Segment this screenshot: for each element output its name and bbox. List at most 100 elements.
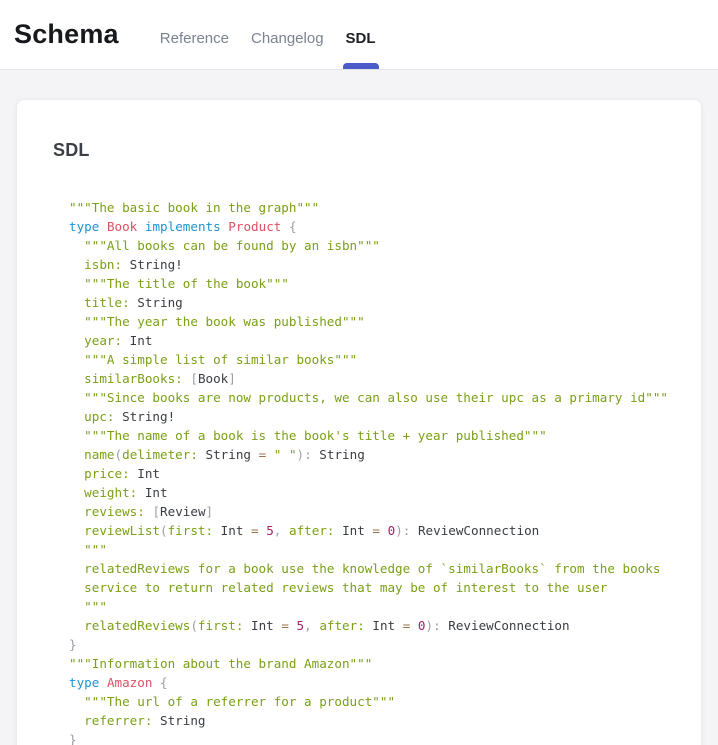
tab-changelog[interactable]: Changelog	[240, 0, 335, 69]
card-heading: SDL	[53, 140, 665, 161]
code-token-plain: Int	[365, 618, 403, 633]
code-token-plain	[410, 618, 418, 633]
code-line: """The name of a book is the book's titl…	[69, 426, 665, 445]
code-token-plain	[99, 675, 107, 690]
code-token-str: """The name of a book is the book's titl…	[84, 428, 547, 443]
code-token-attr: upc:	[84, 409, 114, 424]
code-token-cls: Amazon	[107, 675, 153, 690]
code-token-plain: String	[130, 295, 183, 310]
code-token-plain	[69, 542, 84, 557]
code-token-plain	[69, 523, 84, 538]
code-token-kw: implements	[145, 219, 221, 234]
code-token-plain: Int	[122, 333, 152, 348]
code-line: price: Int	[69, 464, 665, 483]
code-token-plain	[69, 599, 84, 614]
code-token-plain: Book	[198, 371, 228, 386]
code-token-plain	[152, 675, 160, 690]
code-line: """Since books are now products, we can …	[69, 388, 665, 407]
code-token-punct: (	[115, 447, 123, 462]
code-token-punct: (	[160, 523, 168, 538]
code-token-punct: ):	[297, 447, 312, 462]
page-header: Schema Reference Changelog SDL	[0, 0, 718, 70]
code-token-plain: Int	[213, 523, 251, 538]
code-line: """The url of a referrer for a product""…	[69, 692, 665, 711]
code-token-attr: price:	[84, 466, 130, 481]
code-line: type Amazon {	[69, 673, 665, 692]
active-tab-indicator	[343, 63, 379, 69]
code-token-attr: reviewList	[84, 523, 160, 538]
code-token-attr: similarBooks:	[84, 371, 183, 386]
tab-sdl[interactable]: SDL	[335, 0, 387, 69]
code-token-attr: name	[84, 447, 114, 462]
code-token-plain	[380, 523, 388, 538]
code-line: """All books can be found by an isbn"""	[69, 236, 665, 255]
code-line: """	[69, 597, 665, 616]
code-token-plain	[69, 561, 84, 576]
code-token-attr: referrer:	[84, 713, 152, 728]
code-token-plain	[137, 219, 145, 234]
code-token-punct: {	[160, 675, 168, 690]
code-line: """The year the book was published"""	[69, 312, 665, 331]
code-line: service to return related reviews that m…	[69, 578, 665, 597]
code-token-plain	[69, 314, 84, 329]
code-token-plain	[69, 276, 84, 291]
code-token-plain: String!	[115, 409, 176, 424]
code-line: relatedReviews for a book use the knowle…	[69, 559, 665, 578]
code-token-punct: ,	[304, 618, 312, 633]
code-token-plain	[69, 257, 84, 272]
code-line: type Book implements Product {	[69, 217, 665, 236]
code-token-attr: weight:	[84, 485, 137, 500]
tab-sdl-label: SDL	[346, 30, 376, 47]
code-token-plain	[69, 371, 84, 386]
code-token-plain	[266, 447, 274, 462]
code-token-num: 5	[297, 618, 305, 633]
code-line: title: String	[69, 293, 665, 312]
code-line: """A simple list of similar books"""	[69, 350, 665, 369]
code-token-plain	[289, 618, 297, 633]
code-token-plain	[281, 219, 289, 234]
code-token-plain	[69, 352, 84, 367]
code-token-plain: String!	[122, 257, 183, 272]
code-line: weight: Int	[69, 483, 665, 502]
code-token-str: service to return related reviews that m…	[84, 580, 607, 595]
code-token-plain	[69, 504, 84, 519]
code-token-punct: ]	[228, 371, 236, 386]
code-line: upc: String!	[69, 407, 665, 426]
code-token-str: """The year the book was published"""	[84, 314, 365, 329]
code-token-str: """The title of the book"""	[84, 276, 289, 291]
code-line: name(delimeter: String = " "): String	[69, 445, 665, 464]
code-token-plain	[69, 466, 84, 481]
code-token-str: """	[84, 542, 107, 557]
code-token-cls: Book	[107, 219, 137, 234]
code-token-plain: ReviewConnection	[441, 618, 570, 633]
code-token-plain	[69, 618, 84, 633]
code-line: reviewList(first: Int = 5, after: Int = …	[69, 521, 665, 540]
code-line: }	[69, 635, 665, 654]
page-title: Schema	[14, 19, 119, 50]
code-token-attr: relatedReviews	[84, 618, 190, 633]
code-token-plain: Int	[130, 466, 160, 481]
code-line: """Information about the brand Amazon"""	[69, 654, 665, 673]
code-token-plain: Review	[160, 504, 206, 519]
tab-reference[interactable]: Reference	[149, 0, 240, 69]
code-token-str: """A simple list of similar books"""	[84, 352, 357, 367]
code-line: isbn: String!	[69, 255, 665, 274]
code-token-punct: {	[289, 219, 297, 234]
code-token-plain	[281, 523, 289, 538]
code-token-num: 0	[418, 618, 426, 633]
code-token-attr: isbn:	[84, 257, 122, 272]
code-token-cls: Product	[228, 219, 281, 234]
code-token-attr: first:	[168, 523, 214, 538]
code-token-punct: (	[190, 618, 198, 633]
sdl-card: SDL """The basic book in the graph"""typ…	[16, 99, 702, 745]
code-token-str: """The url of a referrer for a product""…	[84, 694, 395, 709]
code-token-plain	[69, 447, 84, 462]
code-line: referrer: String	[69, 711, 665, 730]
code-token-plain	[69, 238, 84, 253]
code-token-plain	[69, 428, 84, 443]
code-token-plain	[69, 485, 84, 500]
code-line: reviews: [Review]	[69, 502, 665, 521]
code-token-punct: [	[190, 371, 198, 386]
tabs-nav: Reference Changelog SDL	[149, 0, 387, 69]
sdl-code-block: """The basic book in the graph"""type Bo…	[53, 198, 665, 745]
